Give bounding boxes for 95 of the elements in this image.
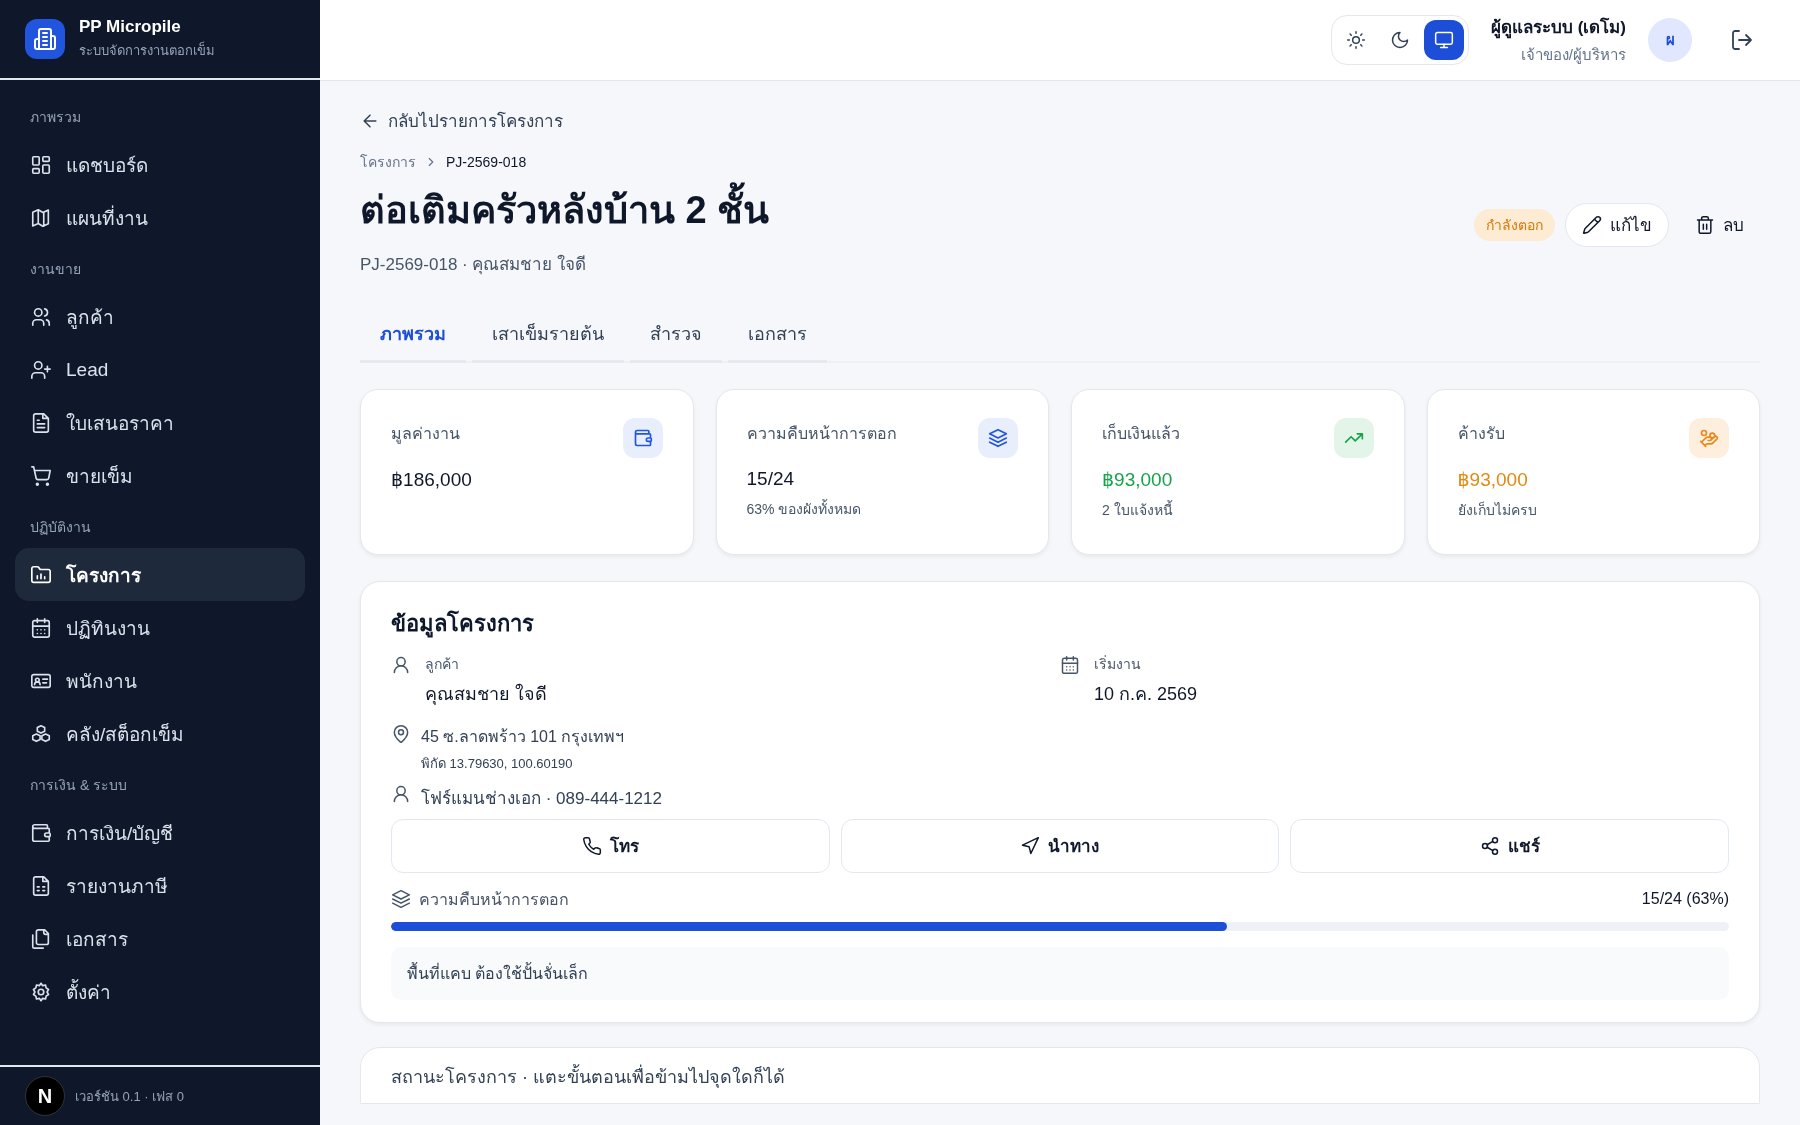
version-label: เวอร์ชัน 0.1 · เฟส 0 — [75, 1087, 185, 1106]
stat-value: 15/24 — [746, 467, 796, 490]
action-button[interactable]: แชร์ — [1290, 818, 1729, 873]
wallet-icon — [30, 821, 52, 844]
page-subtitle: PJ-2569-018 · คุณสมชาย ใจดี — [360, 253, 588, 277]
nav-section-heading: การเงิน & ระบบ — [29, 776, 129, 795]
edit-button[interactable]: แก้ไข — [1565, 202, 1669, 247]
tab[interactable]: เสาเข็มรายต้น — [472, 310, 624, 363]
panel-title: ข้อมูลโครงการ — [391, 609, 535, 640]
stat-value: ฿186,000 — [391, 467, 473, 491]
boxes-icon — [30, 722, 52, 745]
moon-icon — [1389, 30, 1410, 50]
nav-item[interactable]: ลูกค้า — [15, 290, 305, 343]
cart-icon — [30, 464, 52, 487]
theme-toggle-button[interactable] — [1423, 20, 1464, 60]
tab[interactable]: ภาพรวม — [360, 310, 466, 363]
grid-icon — [30, 153, 52, 176]
field-label: ลูกค้า — [425, 654, 460, 675]
monitor-icon — [1433, 30, 1454, 50]
nav-item[interactable]: โครงการ — [15, 548, 305, 601]
pencil-icon — [1582, 214, 1602, 235]
map-icon — [30, 206, 52, 229]
document-icon — [30, 411, 52, 434]
foreman-contact: โฟร์แมนช่างเอก · 089-444-1212 — [421, 787, 662, 810]
layers-icon — [391, 889, 411, 909]
tab[interactable]: เอกสาร — [728, 310, 827, 363]
map-pin-icon — [391, 723, 411, 744]
layers-icon — [988, 427, 1008, 448]
address-text: 45 ซ.ลาดพร้าว 101 กรุงเทพฯ — [421, 726, 625, 749]
project-note: พื้นที่แคบ ต้องใช้ปั้นจั่นเล็ก — [391, 946, 1729, 1000]
wallet-icon — [632, 427, 653, 448]
breadcrumb-link[interactable]: โครงการ — [360, 150, 416, 173]
building-icon — [33, 27, 57, 51]
nav-section-heading: งานขาย — [29, 260, 82, 279]
nav-section-heading: ปฏิบัติงาน — [29, 518, 92, 537]
nav-item[interactable]: การเงิน/บัญชี — [15, 806, 305, 859]
nav-item[interactable]: เอกสาร — [15, 912, 305, 965]
status-badge: กำลังตอก — [1474, 208, 1555, 241]
nav-item[interactable]: Lead — [15, 343, 305, 396]
breadcrumb-current: PJ-2569-018 — [446, 153, 527, 170]
page-title: ต่อเติมครัวหลังบ้าน 2 ชั้น — [360, 178, 770, 240]
user-icon — [391, 783, 411, 804]
nav-item[interactable]: ปฏิทินงาน — [15, 601, 305, 654]
users-icon — [30, 305, 52, 328]
progress-reading: 15/24 (63%) — [1641, 890, 1729, 908]
stat-label: เก็บเงินแล้ว — [1102, 422, 1180, 444]
stat-note: 2 ใบแจ้งหนี้ — [1102, 499, 1174, 520]
action-button[interactable]: โทร — [391, 818, 830, 873]
stat-label: ความคืบหน้าการตอก — [746, 423, 897, 444]
nav-item[interactable]: ใบเสนอราคา — [15, 396, 305, 449]
nav-item[interactable]: ขายเข็ม — [15, 449, 305, 502]
navigation-icon — [1020, 835, 1041, 856]
trash-icon — [1695, 214, 1715, 235]
dev-tools-badge[interactable]: N — [25, 1076, 65, 1116]
nav-item[interactable]: แผนที่งาน — [15, 191, 305, 244]
calendar-icon — [30, 616, 52, 639]
folder-icon — [30, 563, 52, 586]
stat-note: 63% ของผังทั้งหมด — [746, 498, 863, 519]
status-hint: สถานะโครงการ · แตะขั้นตอนเพื่อข้ามไปจุดใดก็ได้ — [391, 1063, 786, 1090]
stat-label: มูลค่างาน — [391, 423, 460, 446]
logout-icon — [1730, 28, 1754, 52]
action-button[interactable]: นำทาง — [840, 818, 1280, 873]
field-label: เริ่มงาน — [1094, 654, 1142, 674]
stat-note: ยังเก็บไม่ครบ — [1457, 500, 1538, 520]
delete-button[interactable]: ลบ — [1679, 202, 1760, 247]
nav-item[interactable]: พนักงาน — [15, 654, 305, 707]
nav-item[interactable]: คลัง/สต็อกเข็ม — [15, 707, 305, 760]
stat-label: ค้างรับ — [1457, 423, 1505, 444]
share-icon — [1479, 835, 1500, 856]
field-value: คุณสมชาย ใจดี — [425, 682, 547, 707]
field-value: 10 ก.ค. 2569 — [1094, 682, 1198, 706]
user-icon — [391, 654, 411, 675]
calendar-icon — [1060, 654, 1080, 675]
progress-label: ความคืบหน้าการตอก — [419, 889, 569, 910]
app-subtitle: ระบบจัดการงานตอกเข็ม — [79, 40, 215, 60]
back-link[interactable]: กลับไปรายการโครงการ — [360, 107, 563, 134]
tab[interactable]: สำรวจ — [630, 310, 722, 363]
files-icon — [30, 927, 52, 950]
gear-icon — [30, 980, 52, 1003]
app-name: PP Micropile — [79, 17, 182, 37]
nav-section-heading: ภาพรวม — [29, 108, 82, 127]
stat-value: ฿93,000 — [1102, 467, 1174, 491]
coordinates-text: พิกัด 13.79630, 100.60190 — [421, 754, 574, 773]
sun-icon — [1345, 30, 1366, 50]
user-role: เจ้าของ/ผู้บริหาร — [1519, 45, 1626, 66]
user-avatar[interactable]: ผ — [1648, 18, 1692, 62]
hand-coins-icon — [1699, 427, 1719, 448]
nav-item[interactable]: รายงานภาษี — [15, 859, 305, 912]
stat-value: ฿93,000 — [1457, 467, 1529, 491]
spreadsheet-icon — [30, 874, 52, 897]
nav-item[interactable]: ตั้งค่า — [15, 965, 305, 1018]
nav-item[interactable]: แดชบอร์ด — [15, 138, 305, 191]
phone-icon — [581, 835, 602, 856]
user-name: ผู้ดูแลระบบ (เดโม) — [1490, 16, 1626, 40]
user-plus-icon — [30, 358, 52, 381]
